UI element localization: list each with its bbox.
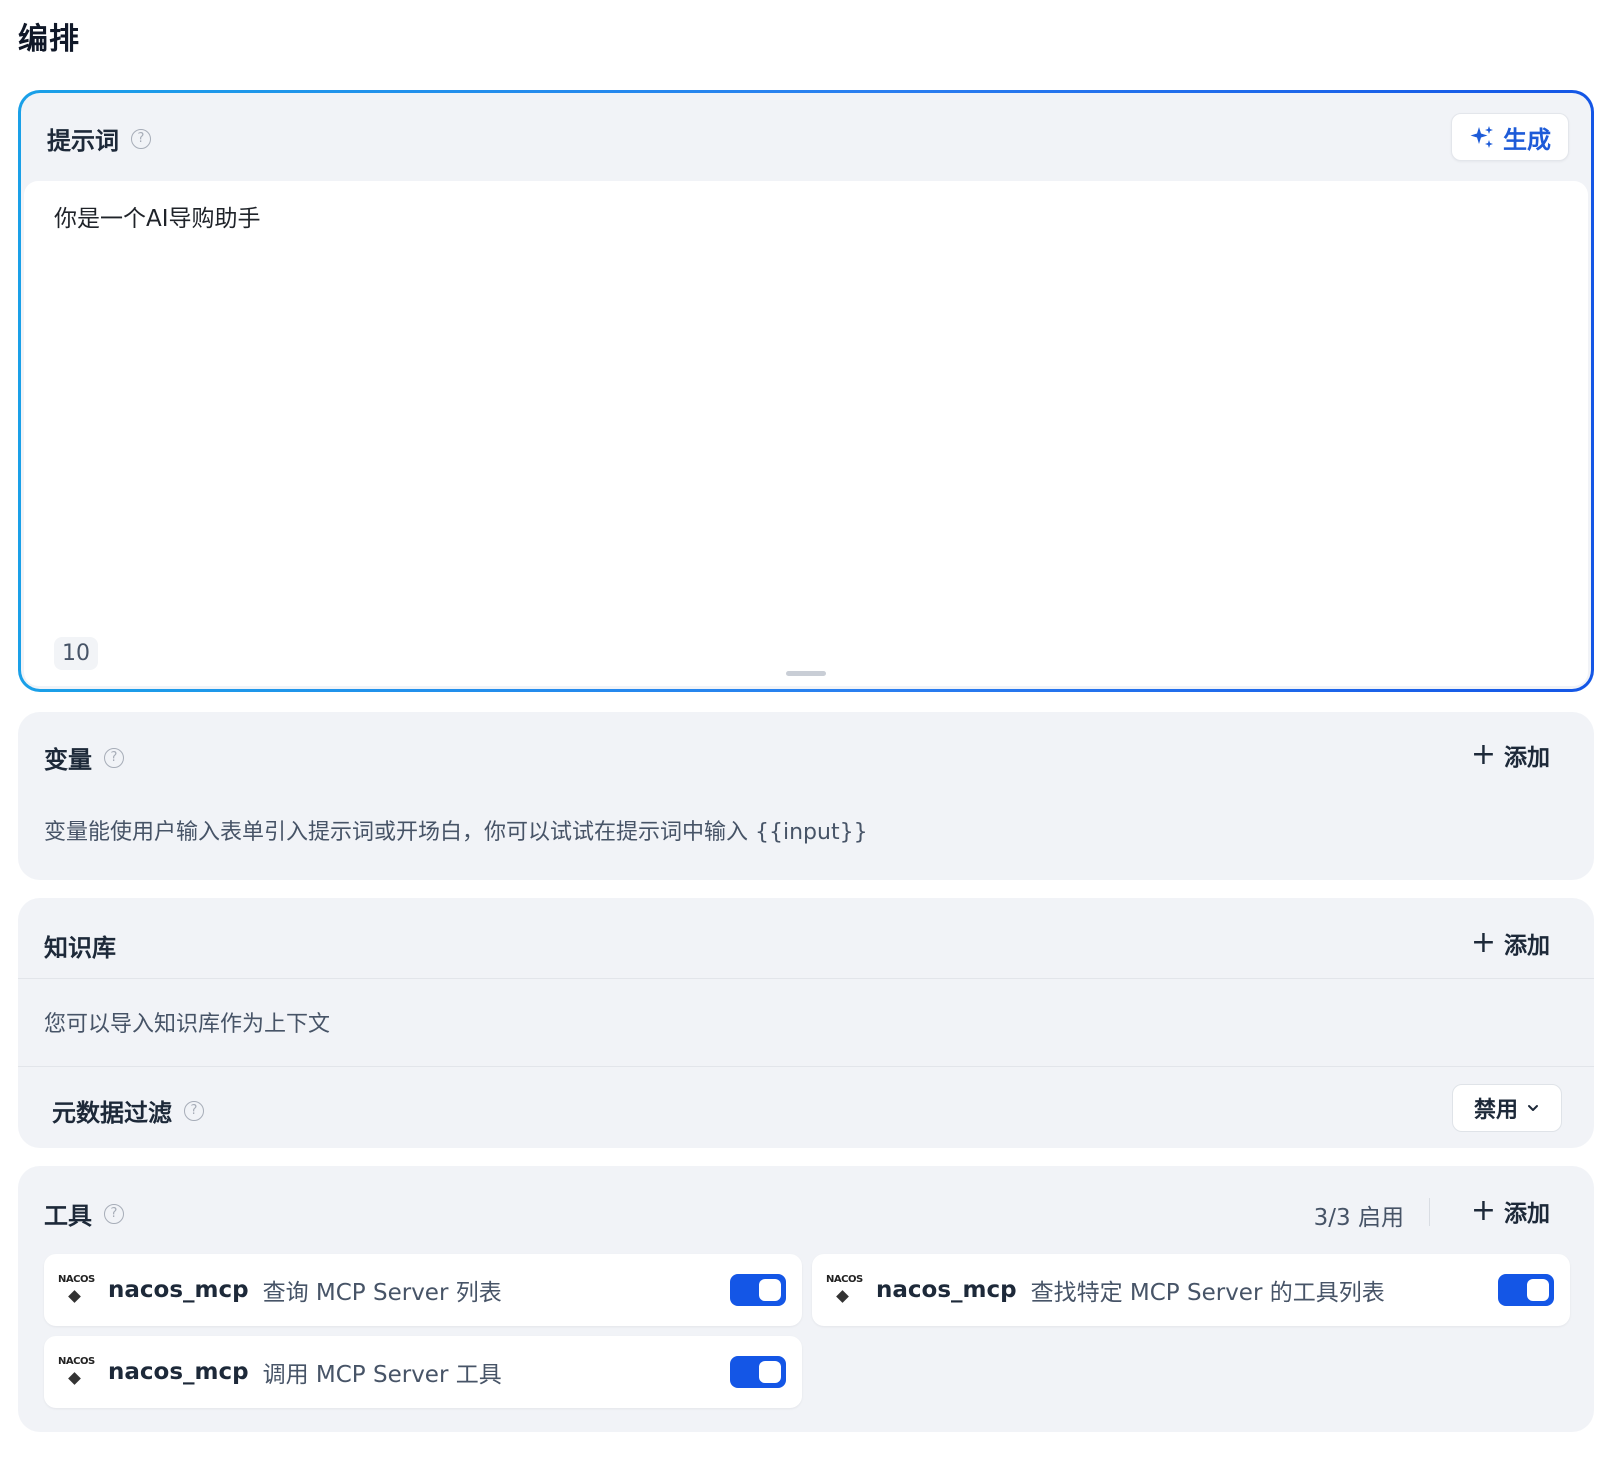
prompt-title-wrap: 提示词 ? [47,121,151,156]
add-knowledge-button[interactable]: + 添加 [1471,926,1550,960]
variables-title-wrap: 变量 ? [44,740,124,775]
plus-icon: + [1470,1193,1496,1228]
prompt-textarea[interactable]: 你是一个AI导购助手 [54,203,1534,583]
tool-description: 查找特定 MCP Server 的工具列表 [1030,1280,1385,1306]
tool-name: nacos_mcp [876,1277,1017,1303]
variables-description: 变量能使用户输入表单引入提示词或开场白，你可以试试在提示词中输入 {{input… [44,820,868,845]
metadata-filter-select[interactable]: 禁用 [1452,1084,1562,1132]
prompt-title: 提示词 [47,127,119,155]
tool-name: nacos_mcp [108,1359,249,1385]
chevron-down-icon [1528,1105,1538,1111]
divider [18,978,1594,979]
variables-title: 变量 [44,746,92,774]
tools-title: 工具 [44,1202,92,1230]
add-knowledge-label: 添加 [1504,933,1550,959]
question-circle-icon[interactable]: ? [104,747,124,768]
question-circle-icon[interactable]: ? [184,1100,204,1121]
generate-button[interactable]: 生成 [1451,113,1569,161]
tool-description: 调用 MCP Server 工具 [262,1362,502,1388]
plus-icon: + [1470,737,1496,772]
tool-toggle[interactable] [730,1356,786,1388]
add-variable-label: 添加 [1504,745,1550,771]
question-circle-icon[interactable]: ? [131,128,151,149]
nacos-logo-icon: NACOS [56,1270,96,1310]
knowledge-description: 您可以导入知识库作为上下文 [44,1012,331,1037]
tools-card: 工具 ? 3/3 启用 + 添加 NACOS nacos_mcp 查询 MCP … [18,1166,1594,1432]
tool-toggle[interactable] [730,1274,786,1306]
knowledge-title: 知识库 [44,934,116,962]
knowledge-card: 知识库 + 添加 您可以导入知识库作为上下文 元数据过滤 ? 禁用 [18,898,1594,1148]
sparkle-icon [1470,126,1493,148]
tool-toggle[interactable] [1498,1274,1554,1306]
tools-title-wrap: 工具 ? [44,1196,124,1231]
prompt-editor: 你是一个AI导购助手 10 [24,181,1588,686]
char-count: 10 [54,637,98,670]
generate-label: 生成 [1503,125,1551,154]
add-variable-button[interactable]: + 添加 [1471,738,1550,772]
add-tool-label: 添加 [1504,1201,1550,1227]
orchestration-page: 编排 提示词 ? 生成 你是一个AI导购助手 10 变量 ? + 添加 变量能使… [0,0,1616,1468]
tools-enabled-count: 3/3 启用 [1313,1205,1404,1231]
plus-icon: + [1470,925,1496,960]
nacos-logo-icon: NACOS [824,1270,864,1310]
divider [18,1066,1594,1067]
divider [1429,1198,1430,1226]
metadata-filter-title: 元数据过滤 [52,1099,172,1127]
page-title: 编排 [18,22,80,57]
prompt-card: 提示词 ? 生成 你是一个AI导购助手 10 [18,90,1594,692]
tool-item[interactable]: NACOS nacos_mcp 查找特定 MCP Server 的工具列表 [812,1254,1570,1326]
prompt-header: 提示词 ? 生成 [21,93,1591,181]
metadata-filter-title-wrap: 元数据过滤 ? [52,1093,204,1128]
variables-card: 变量 ? + 添加 变量能使用户输入表单引入提示词或开场白，你可以试试在提示词中… [18,712,1594,880]
resize-handle[interactable] [786,671,826,676]
nacos-logo-icon: NACOS [56,1352,96,1392]
question-circle-icon[interactable]: ? [104,1203,124,1224]
tool-name: nacos_mcp [108,1277,249,1303]
tool-item[interactable]: NACOS nacos_mcp 调用 MCP Server 工具 [44,1336,802,1408]
metadata-filter-value: 禁用 [1473,1098,1518,1123]
prompt-inner: 提示词 ? 生成 你是一个AI导购助手 10 [21,93,1591,689]
add-tool-button[interactable]: + 添加 [1471,1194,1550,1228]
tool-item[interactable]: NACOS nacos_mcp 查询 MCP Server 列表 [44,1254,802,1326]
tool-description: 查询 MCP Server 列表 [262,1280,502,1306]
